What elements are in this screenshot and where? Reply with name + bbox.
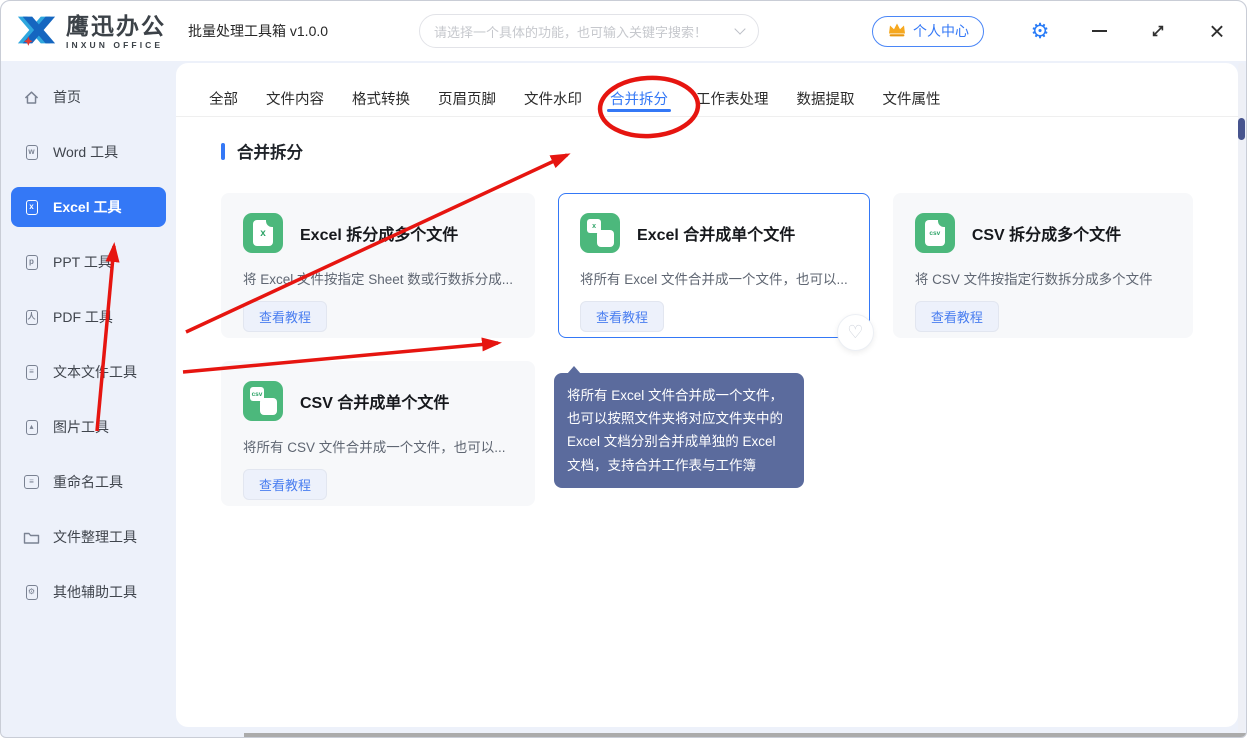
tool-card-1[interactable]: x Excel 合并成单个文件将所有 Excel 文件合并成一个文件，也可以...… — [558, 193, 870, 338]
home-icon — [23, 89, 40, 106]
card-desc: 将所有 CSV 文件合并成一个文件，也可以... — [243, 436, 513, 456]
tab-2[interactable]: 格式转换 — [352, 81, 410, 116]
tab-1[interactable]: 文件内容 — [266, 81, 324, 116]
card-desc: 将 Excel 文件按指定 Sheet 数或行数拆分成... — [243, 268, 513, 288]
pdf-doc-icon: 人 — [23, 310, 40, 325]
sidebar-item-label: 文本文件工具 — [53, 362, 137, 382]
sidebar-item-excel-doc[interactable]: x Excel 工具 — [11, 187, 166, 227]
card-title: CSV 合并成单个文件 — [300, 389, 449, 413]
folder-icon — [23, 530, 40, 545]
view-tutorial-button[interactable]: 查看教程 — [915, 301, 999, 332]
category-tabs: 全部文件内容格式转换页眉页脚文件水印合并拆分工作表处理数据提取文件属性 — [176, 63, 1238, 117]
tool-card-2[interactable]: csv CSV 拆分成多个文件将 CSV 文件按指定行数拆分成多个文件查看教程 — [893, 193, 1193, 338]
card-desc: 将所有 Excel 文件合并成一个文件，也可以... — [580, 268, 848, 288]
sidebar-item-label: Word 工具 — [53, 142, 118, 162]
excel-doc-icon: x — [23, 200, 40, 215]
sidebar-item-label: Excel 工具 — [53, 197, 121, 217]
view-tutorial-button[interactable]: 查看教程 — [243, 301, 327, 332]
sidebar-item-label: 文件整理工具 — [53, 527, 137, 547]
tab-7[interactable]: 数据提取 — [797, 81, 855, 116]
excel-merge-icon: x — [580, 213, 620, 253]
csv-split-icon: csv — [915, 213, 955, 253]
tab-6[interactable]: 工作表处理 — [696, 81, 769, 116]
sidebar-item-label: 图片工具 — [53, 417, 109, 437]
function-search-select[interactable]: 请选择一个具体的功能，也可输入关键字搜索！ — [419, 14, 759, 48]
rename-list-icon: ≡ — [23, 475, 40, 489]
card-icon-label: x — [592, 223, 596, 230]
app-name-en: INXUN OFFICE — [66, 41, 166, 50]
card-icon-label: x — [260, 228, 266, 239]
sidebar-item-label: PDF 工具 — [53, 307, 113, 327]
scrollbar-track — [1238, 63, 1245, 733]
text-doc-icon: ≡ — [23, 365, 40, 380]
favorite-button[interactable]: ♡ — [837, 314, 874, 351]
card-icon-label: csv — [252, 391, 263, 398]
section-header: 合并拆分 — [221, 139, 1193, 163]
chevron-down-icon — [734, 23, 745, 34]
tool-card-0[interactable]: x Excel 拆分成多个文件将 Excel 文件按指定 Sheet 数或行数拆分… — [221, 193, 535, 338]
sidebar-item-misc-doc[interactable]: ⚙ 其他辅助工具 — [11, 572, 166, 612]
sidebar-item-label: 首页 — [53, 87, 81, 107]
minimize-button[interactable] — [1088, 20, 1110, 42]
card-desc: 将 CSV 文件按指定行数拆分成多个文件 — [915, 268, 1171, 288]
csv-merge-icon: csv — [243, 381, 283, 421]
sidebar-item-label: PPT 工具 — [53, 252, 112, 272]
tool-card-3[interactable]: csv CSV 合并成单个文件将所有 CSV 文件合并成一个文件，也可以... 查看… — [221, 361, 535, 506]
tab-4[interactable]: 文件水印 — [524, 81, 582, 116]
close-icon: × — [1209, 21, 1224, 42]
sidebar-item-word-doc[interactable]: w Word 工具 — [11, 132, 166, 172]
taskbar-edge — [244, 733, 1246, 737]
inxun-x-logo-icon — [15, 10, 57, 55]
tab-5[interactable]: 合并拆分 — [610, 81, 668, 116]
resize-icon — [1150, 23, 1166, 39]
excel-split-icon: x — [243, 213, 283, 253]
sidebar-item-ppt-doc[interactable]: p PPT 工具 — [11, 242, 166, 282]
sidebar-item-home[interactable]: 首页 — [11, 77, 166, 117]
misc-doc-icon: ⚙ — [23, 585, 40, 600]
resize-button[interactable] — [1147, 20, 1169, 42]
sidebar-item-pdf-doc[interactable]: 人 PDF 工具 — [11, 297, 166, 337]
sidebar-item-label: 其他辅助工具 — [53, 582, 137, 602]
close-button[interactable]: × — [1206, 20, 1228, 42]
user-center-label: 个人中心 — [913, 21, 969, 41]
view-tutorial-button[interactable]: 查看教程 — [580, 301, 664, 332]
sidebar-item-text-doc[interactable]: ≡ 文本文件工具 — [11, 352, 166, 392]
card-title: CSV 拆分成多个文件 — [972, 221, 1121, 245]
tab-8[interactable]: 文件属性 — [883, 81, 941, 116]
crown-icon — [887, 21, 907, 41]
view-tutorial-button[interactable]: 查看教程 — [243, 469, 327, 500]
image-doc-icon: ▴ — [23, 420, 40, 435]
tab-3[interactable]: 页眉页脚 — [438, 81, 496, 116]
sidebar-item-image-doc[interactable]: ▴ 图片工具 — [11, 407, 166, 447]
tooltip-text: 将所有 Excel 文件合并成一个文件，也可以按照文件夹将对应文件夹中的 Exc… — [567, 388, 783, 473]
sidebar-item-label: 重命名工具 — [53, 472, 123, 492]
minimize-icon — [1092, 30, 1107, 32]
tooltip: 将所有 Excel 文件合并成一个文件，也可以按照文件夹将对应文件夹中的 Exc… — [554, 373, 804, 488]
card-icon-label: csv — [929, 230, 940, 237]
app-logo: 鹰迅办公 INXUN OFFICE — [15, 10, 166, 55]
sidebar-item-folder[interactable]: 文件整理工具 — [11, 517, 166, 557]
app-window: 鹰迅办公 INXUN OFFICE 批量处理工具箱 v1.0.0 请选择一个具体… — [0, 0, 1247, 738]
scrollbar-thumb[interactable] — [1238, 118, 1245, 140]
app-name: 鹰迅办公 — [66, 15, 166, 38]
section-title: 合并拆分 — [237, 139, 303, 163]
search-placeholder: 请选择一个具体的功能，也可输入关键字搜索！ — [434, 22, 707, 41]
tab-0[interactable]: 全部 — [209, 81, 238, 116]
card-title: Excel 合并成单个文件 — [637, 221, 795, 245]
sidebar-item-rename-list[interactable]: ≡ 重命名工具 — [11, 462, 166, 502]
section-accent-bar — [221, 143, 225, 160]
user-center-button[interactable]: 个人中心 — [872, 16, 984, 47]
sidebar: 首页 w Word 工具 x Excel 工具 p PPT 工具人 PDF 工具 ≡ 文本文件工具… — [1, 61, 176, 737]
card-title: Excel 拆分成多个文件 — [300, 221, 458, 245]
settings-gear-icon[interactable]: ⚙ — [1029, 20, 1051, 42]
topbar: 鹰迅办公 INXUN OFFICE 批量处理工具箱 v1.0.0 请选择一个具体… — [1, 1, 1246, 61]
app-title: 批量处理工具箱 v1.0.0 — [188, 1, 328, 61]
ppt-doc-icon: p — [23, 255, 40, 270]
word-doc-icon: w — [23, 145, 40, 160]
heart-icon: ♡ — [847, 324, 863, 342]
